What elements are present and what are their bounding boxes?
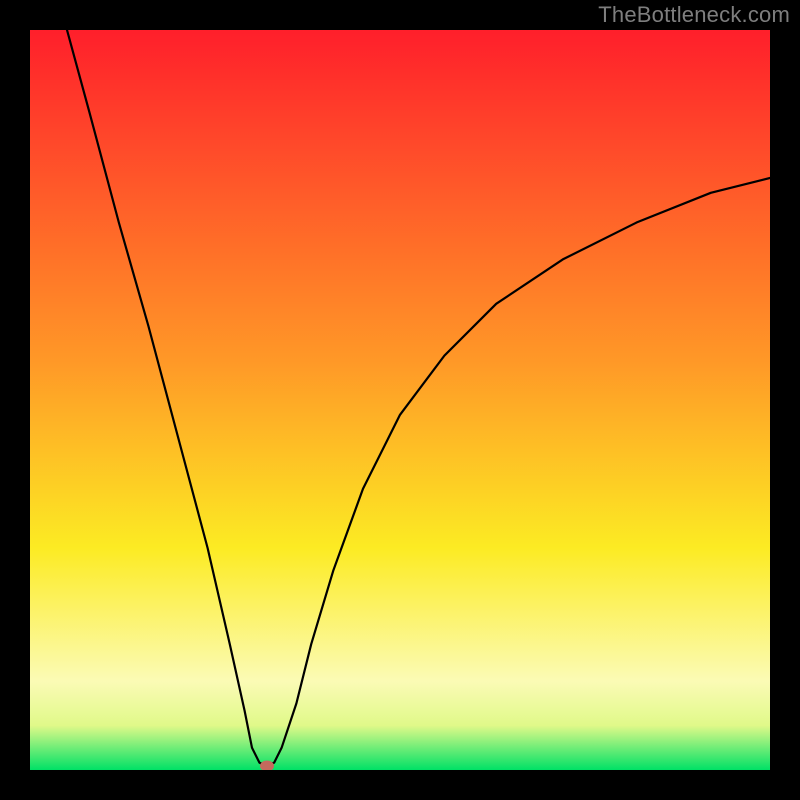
optimal-point-marker [260, 761, 274, 770]
bottleneck-curve [30, 30, 770, 770]
chart-frame: TheBottleneck.com [0, 0, 800, 800]
watermark-text: TheBottleneck.com [598, 2, 790, 28]
plot-area [30, 30, 770, 770]
